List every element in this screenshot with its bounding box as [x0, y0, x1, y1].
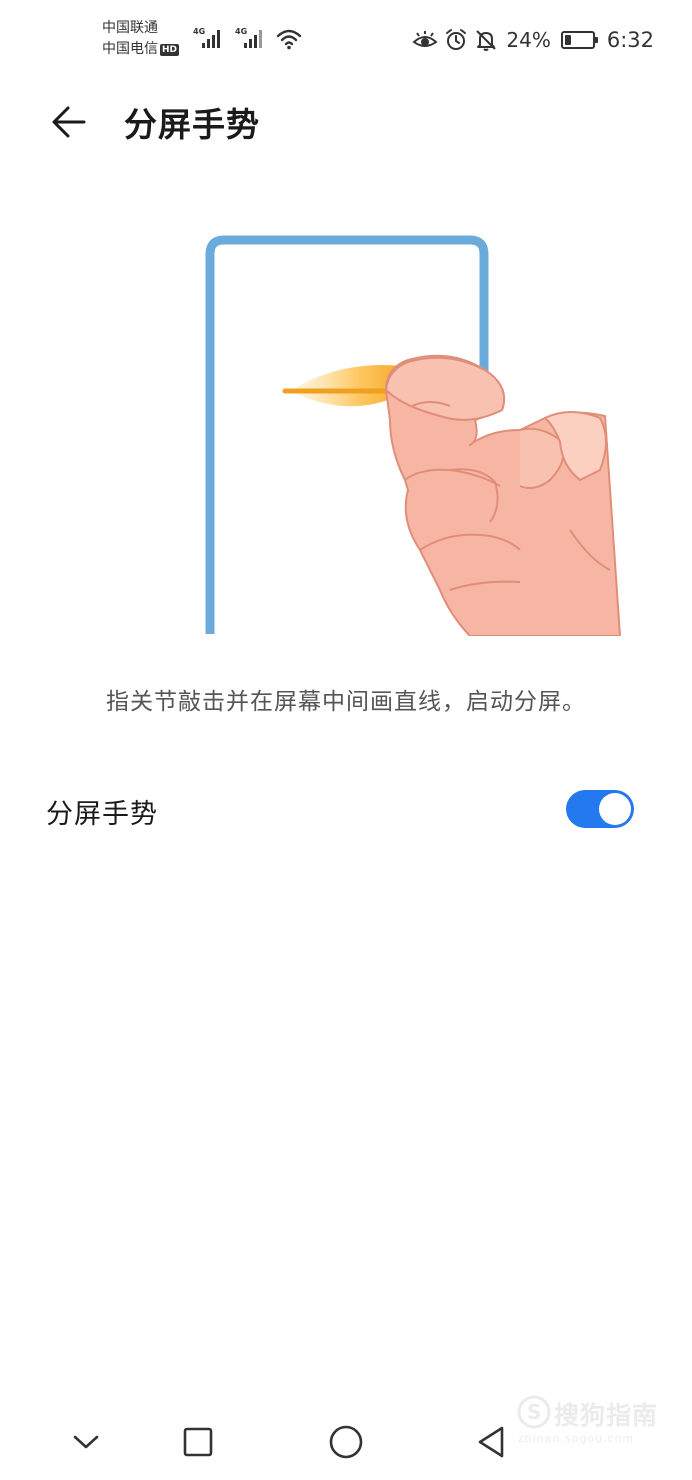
hand — [385, 354, 621, 636]
eye-comfort-icon — [412, 31, 438, 47]
setting-label: 分屏手势 — [46, 799, 158, 830]
status-right: 24% 6:32 — [412, 26, 654, 54]
signal-icon — [202, 30, 220, 48]
hd-badge: HD — [160, 44, 180, 56]
battery-fill — [564, 35, 571, 45]
home-button[interactable] — [322, 1418, 370, 1466]
knuckle-gesture-illustration — [205, 235, 621, 636]
recent-apps-square-icon — [183, 1427, 213, 1457]
split-screen-gesture-toggle[interactable] — [566, 790, 634, 828]
battery-tip — [594, 37, 598, 43]
screen: 中国联通 中国电信 HD 4G 4G 24% 6:32 分屏手势 指关节敲击并在… — [0, 0, 692, 1480]
back-nav-button[interactable] — [468, 1418, 516, 1466]
chevron-down-icon — [73, 1435, 99, 1449]
signal-icon — [244, 30, 262, 48]
battery-percent: 24% — [506, 28, 551, 52]
gesture-description: 指关节敲击并在屏幕中间画直线，启动分屏。 — [106, 689, 586, 715]
back-triangle-icon — [478, 1426, 504, 1458]
battery-icon — [560, 31, 598, 49]
wifi-icon — [276, 29, 302, 50]
back-button[interactable] — [40, 96, 96, 148]
arrow-left-icon — [52, 106, 86, 138]
bell-off-icon — [476, 30, 497, 51]
status-bar: 中国联通 中国电信 HD 4G 4G 24% 6:32 — [0, 0, 692, 80]
home-circle-icon — [329, 1425, 363, 1459]
carrier-2: 中国电信 — [102, 41, 158, 57]
carrier-1: 中国联通 — [102, 20, 158, 36]
alarm-icon — [446, 29, 467, 50]
collapse-button[interactable] — [62, 1418, 110, 1466]
navigation-bar — [0, 1400, 692, 1480]
recent-apps-button[interactable] — [174, 1418, 222, 1466]
page-title: 分屏手势 — [124, 105, 260, 144]
carrier-2-row: 中国电信 HD — [102, 39, 180, 60]
toggle-knob — [599, 793, 631, 825]
split-screen-gesture-row[interactable]: 分屏手势 — [0, 770, 692, 850]
clock: 6:32 — [606, 28, 654, 52]
carrier-block: 中国联通 中国电信 HD — [102, 18, 180, 60]
